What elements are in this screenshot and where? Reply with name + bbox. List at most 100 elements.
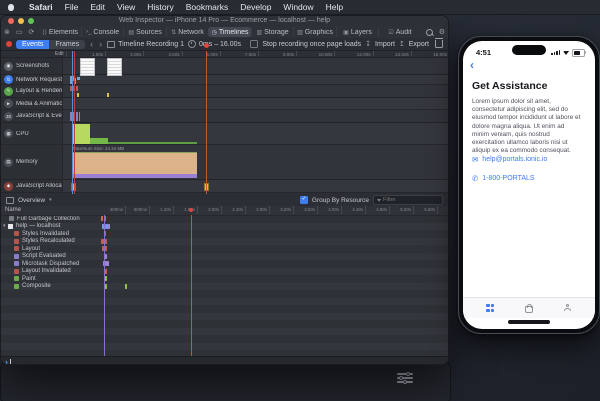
tab-graphics[interactable]: ▧Graphics (293, 27, 335, 37)
table-row[interactable] (1, 343, 448, 351)
tab-audit[interactable]: ☑Audit (378, 27, 420, 37)
event-label: Composite (22, 283, 51, 289)
reload-icon[interactable]: ⟳ (26, 28, 38, 36)
track-sidebar-cpu[interactable]: ▦CPU (1, 123, 63, 144)
filter-sliders-icon[interactable] (397, 373, 413, 385)
overview-icon (6, 197, 14, 204)
menu-item-bookmarks[interactable]: Bookmarks (180, 2, 235, 12)
menu-item-edit[interactable]: Edit (84, 2, 111, 12)
menu-item-history[interactable]: History (141, 2, 179, 12)
table-row[interactable]: Composite (1, 283, 448, 291)
table-row[interactable] (1, 313, 448, 321)
chevron-down-icon: ▾ (49, 197, 52, 203)
table-row[interactable]: Full Garbage Collection (1, 215, 448, 223)
ruler-tick (258, 51, 259, 56)
stop-recording-label[interactable]: Stop recording once page loads (262, 41, 361, 48)
table-row[interactable]: ▾help — localhost (1, 223, 448, 231)
tab-icon-storage: ▥ (256, 29, 262, 36)
close-inspector-icon[interactable]: ⊗ (1, 28, 13, 36)
gear-icon[interactable]: ⚙ (436, 28, 448, 36)
battery-icon (572, 49, 585, 57)
table-ruler-label: 3.60s (293, 207, 315, 212)
tab-sources[interactable]: ▤Sources (123, 27, 165, 37)
trash-icon[interactable] (435, 40, 443, 48)
group-by-resource-label[interactable]: Group By Resource (312, 197, 369, 204)
track-sidebar-memory[interactable]: ▤Memory (1, 145, 63, 179)
apple-menu-icon[interactable] (8, 4, 14, 11)
track-sidebar-jsevents[interactable]: JSJavaScript & Events (1, 110, 63, 122)
track-sidebar-media[interactable]: ►Media & Animations (1, 98, 63, 109)
record-button[interactable] (6, 41, 12, 47)
tab-network[interactable]: ⇅Network (166, 27, 208, 37)
table-row[interactable] (1, 298, 448, 306)
tab-home-grid-icon[interactable] (486, 304, 494, 312)
table-row[interactable] (1, 305, 448, 313)
event-label: Styles Invalidated (22, 231, 69, 237)
screenshot-thumbnail[interactable] (80, 58, 95, 76)
overview-dropdown[interactable]: Overview (18, 197, 45, 204)
recording-selector[interactable]: Timeline Recording 1 (107, 41, 184, 48)
table-row[interactable]: Layout Invalidated (1, 268, 448, 276)
menu-item-file[interactable]: File (59, 2, 85, 12)
tab-console[interactable]: ›_Console (81, 27, 123, 37)
tab-timelines[interactable]: ◷Timelines (208, 27, 250, 37)
back-arrow[interactable]: ‹ (89, 40, 94, 49)
track-sidebar-layout[interactable]: ✎Layout & Rendering (1, 85, 63, 97)
table-row[interactable]: Microtask Dispatched (1, 260, 448, 268)
table-row[interactable]: Paint (1, 275, 448, 283)
stop-recording-checkbox[interactable] (250, 40, 258, 48)
tab-icon-graphics: ▧ (297, 29, 303, 36)
frames-tab[interactable]: Frames (49, 40, 85, 49)
event-label: Layout (22, 246, 40, 252)
tab-layers[interactable]: ▣Layers (336, 27, 378, 37)
table-row[interactable] (1, 328, 448, 336)
track-sidebar-network[interactable]: ⇅Network Requests (1, 75, 63, 84)
menu-item-window[interactable]: Window (277, 2, 319, 12)
filter-input[interactable] (383, 197, 439, 203)
back-chevron-button[interactable]: ‹ (470, 59, 474, 71)
tab-label: Sources (136, 29, 162, 36)
timeline-ruler[interactable]: Edit 1.50s3.00s4.50s6.00s7.50s9.00s10.50… (1, 51, 448, 58)
table-row[interactable]: Styles Recalculated (1, 238, 448, 246)
home-indicator[interactable] (508, 320, 550, 324)
table-row[interactable] (1, 335, 448, 343)
track-sidebar-screenshots[interactable]: ◉Screenshots (1, 58, 63, 74)
timeline-graphs[interactable]: ◉Screenshots⇅Network Requests✎Layout & R… (1, 58, 448, 194)
track-sidebar-alloc[interactable]: ◆JavaScript Allocations (1, 180, 63, 192)
tab-storage[interactable]: ▥Storage (251, 27, 293, 37)
tab-icon-elements: ⟨⟩ (42, 29, 47, 36)
menu-item-safari[interactable]: Safari (23, 2, 59, 12)
tab-elements[interactable]: ⟨⟩Elements (39, 27, 80, 37)
menu-item-develop[interactable]: Develop (234, 2, 277, 12)
device-icon[interactable]: ▭ (13, 28, 26, 36)
tab-account-person-icon[interactable] (564, 304, 572, 312)
table-ruler-label: 4.80s (365, 207, 387, 212)
name-column-header[interactable]: Name (5, 207, 21, 213)
table-row[interactable]: Script Evaluated (1, 253, 448, 261)
event-type-icon (8, 224, 13, 229)
events-tab[interactable]: Events (16, 40, 49, 49)
table-row[interactable]: Layout (1, 245, 448, 253)
phone-link[interactable]: ✆ 1-800-PORTALS (472, 174, 535, 183)
window-title: Web Inspector — iPhone 14 Pro — Ecommerc… (1, 16, 448, 26)
forward-arrow[interactable]: › (98, 40, 103, 49)
ruler-edit-button[interactable]: Edit (53, 51, 67, 57)
menu-item-help[interactable]: Help (320, 2, 349, 12)
tab-label: Elements (49, 29, 78, 36)
export-button[interactable]: Export (409, 41, 429, 48)
event-mark (105, 269, 107, 274)
filter-field[interactable] (373, 195, 443, 205)
background-window[interactable] (0, 362, 451, 401)
import-button[interactable]: Import (375, 41, 395, 48)
email-link[interactable]: ✉ help@portals.ionic.io (472, 155, 547, 164)
search-icon[interactable] (426, 29, 433, 36)
tab-shop-bag-icon[interactable] (525, 306, 533, 313)
events-table[interactable]: Full Garbage Collection▾help — localhost… (1, 215, 448, 356)
console-prompt-bar[interactable]: › (1, 356, 448, 365)
menu-item-view[interactable]: View (111, 2, 141, 12)
table-row[interactable] (1, 320, 448, 328)
group-by-resource-checkbox[interactable] (300, 196, 308, 204)
table-row[interactable] (1, 290, 448, 298)
screenshot-thumbnail[interactable] (107, 58, 122, 76)
table-row[interactable]: Styles Invalidated (1, 230, 448, 238)
